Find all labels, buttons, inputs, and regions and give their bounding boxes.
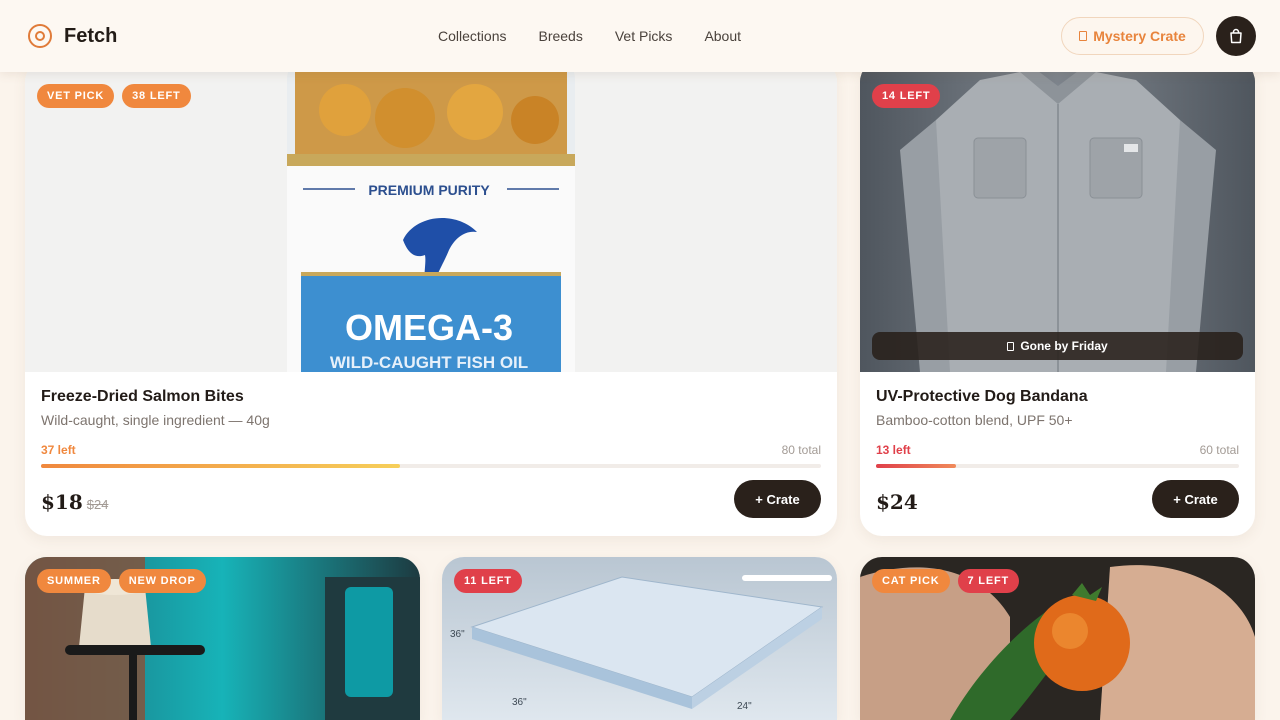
product-title[interactable]: UV-Protective Dog Bandana	[876, 388, 1088, 406]
nav-about[interactable]: About	[704, 26, 741, 46]
price: $18 $24	[41, 490, 108, 514]
scarcity-banner: Gone by Friday	[872, 332, 1243, 360]
stock-left: 13 left	[876, 443, 911, 457]
product-card[interactable]: Gone by Friday 14 LEFT UV-Protective Dog…	[860, 60, 1255, 536]
add-to-crate-button[interactable]: + Crate	[1152, 480, 1239, 518]
product-card[interactable]: PREMIUM PURITY OMEGA-3 WILD-CAUGHT FISH …	[25, 60, 837, 536]
product-title[interactable]: Freeze-Dried Salmon Bites	[41, 388, 244, 406]
badge-stock: 14 LEFT	[872, 84, 941, 108]
badge-row: CAT PICK 7 LEFT	[872, 569, 1019, 593]
badge-cat-pick: CAT PICK	[872, 569, 950, 593]
badge-stock: 38 LEFT	[122, 84, 191, 108]
nav-collections[interactable]: Collections	[438, 26, 506, 46]
badge-vet-pick: VET PICK	[37, 84, 115, 108]
badge-summer: SUMMER	[37, 569, 111, 593]
product-subtitle: Bamboo-cotton blend, UPF 50+	[876, 412, 1073, 428]
gift-icon	[1079, 31, 1088, 41]
badge-new-drop: NEW DROP	[118, 569, 206, 593]
add-to-crate-button[interactable]: + Crate	[734, 480, 821, 518]
scarcity-banner-text: Gone by Friday	[1020, 339, 1108, 353]
stock-progress-fill	[41, 464, 400, 468]
badge-stock: 7 LEFT	[957, 569, 1019, 593]
mystery-crate-label: Mystery Crate	[1093, 28, 1186, 44]
stock-progress-bar	[876, 464, 1239, 468]
badge-stock: 11 LEFT	[454, 569, 522, 593]
product-card[interactable]: SUMMER NEW DROP	[25, 557, 420, 720]
dimension-depth: 24"	[737, 701, 752, 712]
mystery-crate-button[interactable]: Mystery Crate	[1061, 17, 1204, 55]
dimension-width: 36"	[512, 697, 527, 708]
brand-name[interactable]: Fetch	[64, 24, 117, 48]
clock-icon	[1007, 341, 1015, 351]
product-card[interactable]: 36" 36" 24" 11 LEFT	[442, 557, 837, 720]
product-subtitle: Wild-caught, single ingredient — 40g	[41, 412, 270, 428]
bottle-label-sub: WILD-CAUGHT FISH OIL	[330, 353, 528, 372]
current-price: $18	[41, 490, 83, 514]
product-card[interactable]: CAT PICK 7 LEFT	[860, 557, 1255, 720]
nav-breeds[interactable]: Breeds	[538, 26, 582, 46]
stock-left: 37 left	[41, 443, 76, 457]
logo-icon[interactable]	[28, 24, 52, 48]
price: $24	[876, 490, 918, 514]
current-price: $24	[876, 490, 918, 514]
nav-vet-picks[interactable]: Vet Picks	[615, 26, 673, 46]
badge-row: SUMMER NEW DROP	[37, 569, 206, 593]
site-header: Fetch Collections Breeds Vet Picks About…	[0, 0, 1280, 72]
main-nav: Collections Breeds Vet Picks About	[438, 26, 741, 46]
stock-progress-fill	[876, 464, 956, 468]
badge-row: VET PICK 38 LEFT	[37, 84, 191, 108]
bottle-label-top: PREMIUM PURITY	[368, 182, 490, 198]
stock-total: 60 total	[1199, 443, 1239, 457]
shopping-bag-icon	[1230, 28, 1242, 44]
stock-total: 80 total	[781, 443, 821, 457]
stock-progress-bar	[41, 464, 821, 468]
badge-row: 11 LEFT	[454, 569, 522, 593]
bottle-label-main: OMEGA-3	[345, 307, 513, 348]
original-price: $24	[86, 497, 109, 512]
dimension-height: 36"	[450, 629, 465, 640]
cart-button[interactable]	[1216, 16, 1256, 56]
badge-row: 14 LEFT	[872, 84, 941, 108]
